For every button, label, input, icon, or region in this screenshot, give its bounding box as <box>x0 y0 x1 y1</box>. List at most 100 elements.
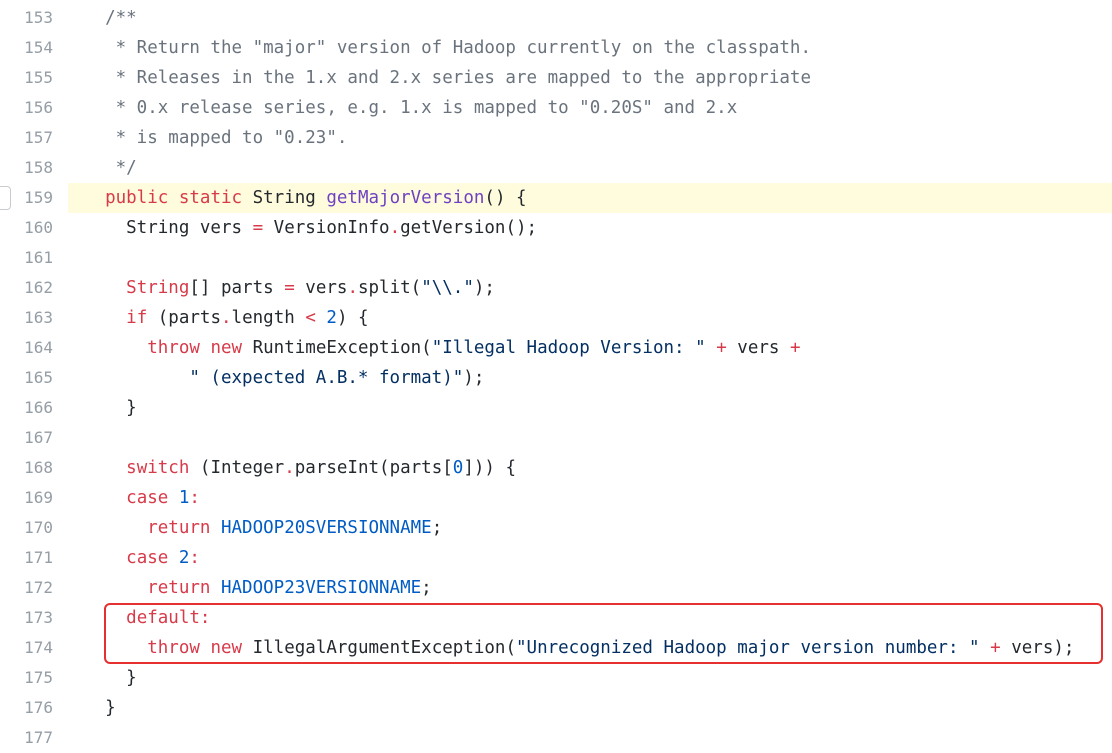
code-token: . <box>389 218 401 238</box>
code-line: 158 */ <box>0 153 1112 183</box>
code-line: 177 <box>0 723 1112 753</box>
code-token: getMajorVersion <box>326 188 485 208</box>
code-line: 169 case 1: <box>0 483 1112 513</box>
code-line: 171 case 2: <box>0 543 1112 573</box>
code-token: : <box>189 548 200 568</box>
line-number[interactable]: 154 <box>0 33 53 63</box>
code-token: ) { <box>336 308 369 328</box>
code-line: 154 * Return the "major" version of Hado… <box>0 33 1112 63</box>
line-number[interactable]: 163 <box>0 303 53 333</box>
code-token: } <box>84 398 137 418</box>
code-token: ); <box>473 278 495 298</box>
code-token: * is mapped to "0.23". <box>84 128 348 148</box>
code-token: < <box>305 308 316 328</box>
code-token: switch <box>126 458 190 478</box>
code-token: RuntimeException( <box>242 338 432 358</box>
code-token: throw <box>147 338 200 358</box>
code-token: 0 <box>452 458 464 478</box>
line-number[interactable]: 174 <box>0 633 53 663</box>
code-line: 157 * is mapped to "0.23". <box>0 123 1112 153</box>
code-token: 2 <box>178 548 190 568</box>
code-text: if (parts.length < 2) { <box>84 303 369 333</box>
line-number[interactable]: 166 <box>0 393 53 423</box>
code-token: } <box>84 668 137 688</box>
code-text: /** <box>84 3 137 33</box>
code-line: 172 return HADOOP23VERSIONNAME; <box>0 573 1112 603</box>
code-view: 153 /** 154 * Return the "major" version … <box>0 3 1112 753</box>
line-number[interactable]: 167 <box>0 423 53 453</box>
code-text: default: <box>84 603 210 633</box>
code-line: 167 <box>0 423 1112 453</box>
line-number[interactable]: 165 <box>0 363 53 393</box>
line-number[interactable]: 153 <box>0 3 53 33</box>
code-text: * is mapped to "0.23". <box>84 123 348 153</box>
code-line: 173 default: <box>0 603 1112 633</box>
line-number[interactable]: 155 <box>0 63 53 93</box>
code-token: HADOOP23VERSIONNAME <box>220 578 422 598</box>
code-token: String <box>126 278 190 298</box>
code-token: HADOOP20SVERSIONNAME <box>220 518 432 538</box>
code-token: ])) { <box>463 458 517 478</box>
line-number[interactable]: 160 <box>0 213 53 243</box>
code-token: * Return the "major" version of Hadoop c… <box>84 38 811 58</box>
line-number[interactable]: 170 <box>0 513 53 543</box>
code-token: 2 <box>326 308 337 328</box>
code-token: + <box>990 638 1001 658</box>
code-token: String <box>242 188 327 208</box>
line-number[interactable]: 169 <box>0 483 53 513</box>
code-token: [] parts <box>189 278 285 298</box>
code-line: 175 } <box>0 663 1112 693</box>
code-token: " (expected A.B.* format)" <box>189 368 464 388</box>
code-line: 165 " (expected A.B.* format)"); <box>0 363 1112 393</box>
line-number[interactable]: 175 <box>0 663 53 693</box>
code-text: * 0.x release series, e.g. 1.x is mapped… <box>84 93 738 123</box>
line-number[interactable]: 172 <box>0 573 53 603</box>
code-token: new <box>210 338 243 358</box>
line-number[interactable]: 164 <box>0 333 53 363</box>
code-line: 163 if (parts.length < 2) { <box>0 303 1112 333</box>
line-marker-handle[interactable] <box>0 186 11 210</box>
code-line: 162 String[] parts = vers.split("\\."); <box>0 273 1112 303</box>
code-token: if <box>126 308 148 328</box>
line-number[interactable]: 171 <box>0 543 53 573</box>
code-token: static <box>178 188 243 208</box>
code-token: ; <box>431 518 443 538</box>
line-number[interactable]: 158 <box>0 153 53 183</box>
code-text: String vers = VersionInfo.getVersion(); <box>84 213 537 243</box>
code-text: * Return the "major" version of Hadoop c… <box>84 33 811 63</box>
code-line: 170 return HADOOP20SVERSIONNAME; <box>0 513 1112 543</box>
code-token: "Unrecognized Hadoop major version numbe… <box>516 638 980 658</box>
code-line: 153 /** <box>0 3 1112 33</box>
code-token: throw <box>147 638 200 658</box>
line-number[interactable]: 162 <box>0 273 53 303</box>
code-token: . <box>347 278 358 298</box>
code-text: } <box>84 393 137 423</box>
code-token: = <box>252 218 264 238</box>
code-token: length <box>231 308 306 328</box>
code-text: * Releases in the 1.x and 2.x series are… <box>84 63 811 93</box>
code-line: 176 } <box>0 693 1112 723</box>
line-number[interactable]: 168 <box>0 453 53 483</box>
code-token: vers <box>294 278 348 298</box>
line-number[interactable]: 173 <box>0 603 53 633</box>
code-token: IllegalArgumentException( <box>242 638 516 658</box>
line-number[interactable]: 161 <box>0 243 53 273</box>
line-number[interactable]: 157 <box>0 123 53 153</box>
code-token: ); <box>463 368 485 388</box>
line-number[interactable]: 156 <box>0 93 53 123</box>
code-token: */ <box>84 158 137 178</box>
code-line: 159 public static String getMajorVersion… <box>0 183 1112 213</box>
line-number[interactable]: 176 <box>0 693 53 723</box>
line-number[interactable]: 177 <box>0 723 53 753</box>
code-line: 168 switch (Integer.parseInt(parts[0])) … <box>0 453 1112 483</box>
